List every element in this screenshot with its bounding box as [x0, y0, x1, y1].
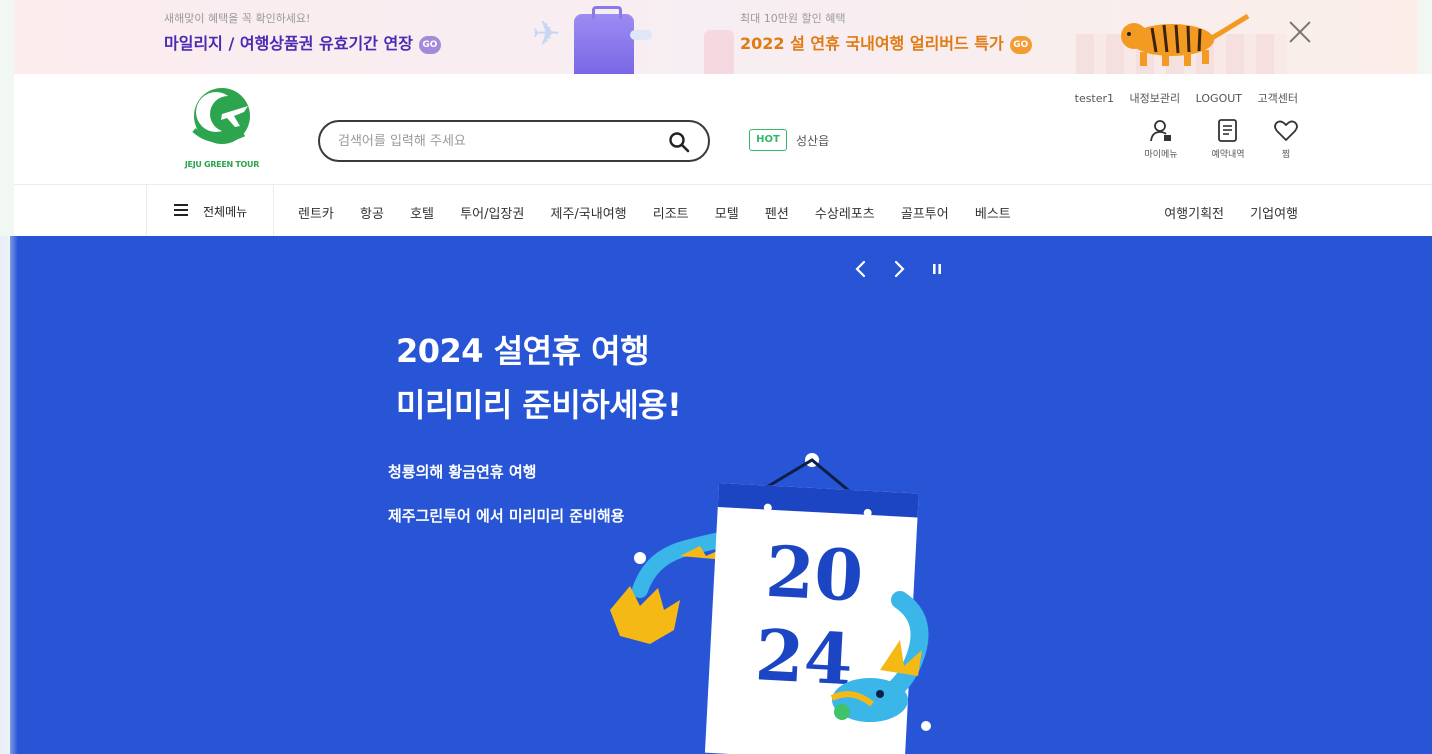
- nav-item-travel-exhibition[interactable]: 여행기획전: [1164, 207, 1224, 222]
- nav-item-hotel[interactable]: 호텔: [410, 207, 434, 222]
- nav-item-tour-tickets[interactable]: 투어/입장권: [460, 207, 524, 222]
- search-input[interactable]: [338, 130, 648, 152]
- logo-icon: [192, 88, 250, 144]
- suitcase-illustration: [574, 6, 634, 74]
- search-bar: [318, 120, 710, 162]
- nav-item-pension[interactable]: 펜션: [765, 207, 789, 222]
- hero-banner[interactable]: 2024 설연휴 여행 미리미리 준비하세용! 청룡의해 황금연휴 여행 제주그…: [10, 236, 1432, 754]
- nav-right-items: 여행기획전 기업여행: [1142, 203, 1298, 222]
- nav-item-rentcar[interactable]: 렌트카: [298, 207, 334, 222]
- hero-title-line1: 2024 설연휴 여행: [396, 332, 650, 370]
- airplane-icon: ✈: [532, 14, 561, 54]
- pause-icon[interactable]: [926, 258, 948, 280]
- my-menu-label: 마이메뉴: [1144, 150, 1178, 160]
- nav-item-jeju-domestic[interactable]: 제주/국내여행: [550, 207, 626, 222]
- promo-banner[interactable]: 새해맞이 혜택을 꼭 확인하세요! 마일리지 / 여행상품권 유효기간 연장 GO…: [14, 0, 1418, 74]
- wishlist-label: 찜: [1281, 150, 1291, 160]
- close-icon[interactable]: [1286, 18, 1314, 46]
- promo-right-go-button[interactable]: GO: [1009, 36, 1032, 54]
- reservations-label: 예약내역: [1211, 150, 1245, 160]
- main-nav: 전체메뉴 렌트카 항공 호텔 투어/입장권 제주/국내여행 리조트 모텔 펜션 …: [14, 184, 1432, 237]
- hot-badge: HOT: [749, 129, 787, 151]
- document-icon: [1218, 119, 1237, 142]
- logo-text: JEJU GREEN TOUR: [184, 160, 260, 169]
- promo-right-text: 2022 설 연휴 국내여행 얼리버드 특가: [740, 34, 1004, 53]
- nav-item-motel[interactable]: 모텔: [715, 207, 739, 222]
- my-menu-button[interactable]: 마이메뉴: [1136, 118, 1186, 160]
- my-info-link[interactable]: 내정보관리: [1130, 92, 1181, 105]
- hot-keyword-link[interactable]: 성산읍: [796, 132, 829, 149]
- nav-item-best[interactable]: 베스트: [975, 207, 1011, 222]
- hero-title-line2: 미리미리 준비하세용!: [396, 386, 682, 424]
- site-logo[interactable]: JEJU GREEN TOUR: [172, 84, 272, 170]
- nav-items: 렌트카 항공 호텔 투어/입장권 제주/국내여행 리조트 모텔 펜션 수상레포츠…: [286, 203, 1021, 222]
- hamburger-icon: [174, 204, 188, 216]
- nav-item-flight[interactable]: 항공: [360, 207, 384, 222]
- nav-item-golf-tour[interactable]: 골프투어: [901, 207, 949, 222]
- logout-link[interactable]: LOGOUT: [1196, 92, 1242, 105]
- utility-links: tester1 내정보관리 LOGOUT 고객센터: [1063, 90, 1298, 106]
- all-menu-label: 전체메뉴: [203, 205, 248, 219]
- chevron-left-icon[interactable]: [850, 258, 872, 280]
- nav-item-resort[interactable]: 리조트: [653, 207, 689, 222]
- heart-icon: [1274, 120, 1298, 141]
- cloud-illustration: [630, 30, 652, 40]
- promo-left-go-button[interactable]: GO: [418, 36, 441, 54]
- calendar-dragon-illustration: 20 24: [610, 453, 931, 754]
- promo-left-caption: 새해맞이 혜택을 꼭 확인하세요!: [164, 12, 311, 25]
- tiger-illustration: [1121, 13, 1250, 66]
- hero-title: 2024 설연휴 여행 미리미리 준비하세용!: [396, 324, 682, 432]
- gift-illustration: [704, 30, 734, 74]
- hero-left-edge: [0, 236, 18, 754]
- chevron-right-icon[interactable]: [888, 258, 910, 280]
- search-icon[interactable]: [668, 131, 690, 153]
- promo-left-text: 마일리지 / 여행상품권 유효기간 연장: [164, 34, 413, 53]
- header: JEJU GREEN TOUR HOT 성산읍 tester1 내정보관리 LO…: [14, 74, 1432, 184]
- reservations-button[interactable]: 예약내역: [1203, 118, 1253, 160]
- wishlist-button[interactable]: 찜: [1261, 118, 1311, 160]
- user-icon: [1150, 120, 1171, 142]
- calendar-year-top: 20: [764, 530, 866, 618]
- nav-item-corporate-travel[interactable]: 기업여행: [1250, 207, 1298, 222]
- all-menu-button[interactable]: 전체메뉴: [146, 185, 274, 237]
- promo-right-caption: 최대 10만원 할인 혜택: [740, 12, 846, 25]
- nav-item-water-sports[interactable]: 수상레포츠: [815, 207, 875, 222]
- customer-center-link[interactable]: 고객센터: [1258, 92, 1298, 105]
- user-id-link[interactable]: tester1: [1075, 92, 1114, 105]
